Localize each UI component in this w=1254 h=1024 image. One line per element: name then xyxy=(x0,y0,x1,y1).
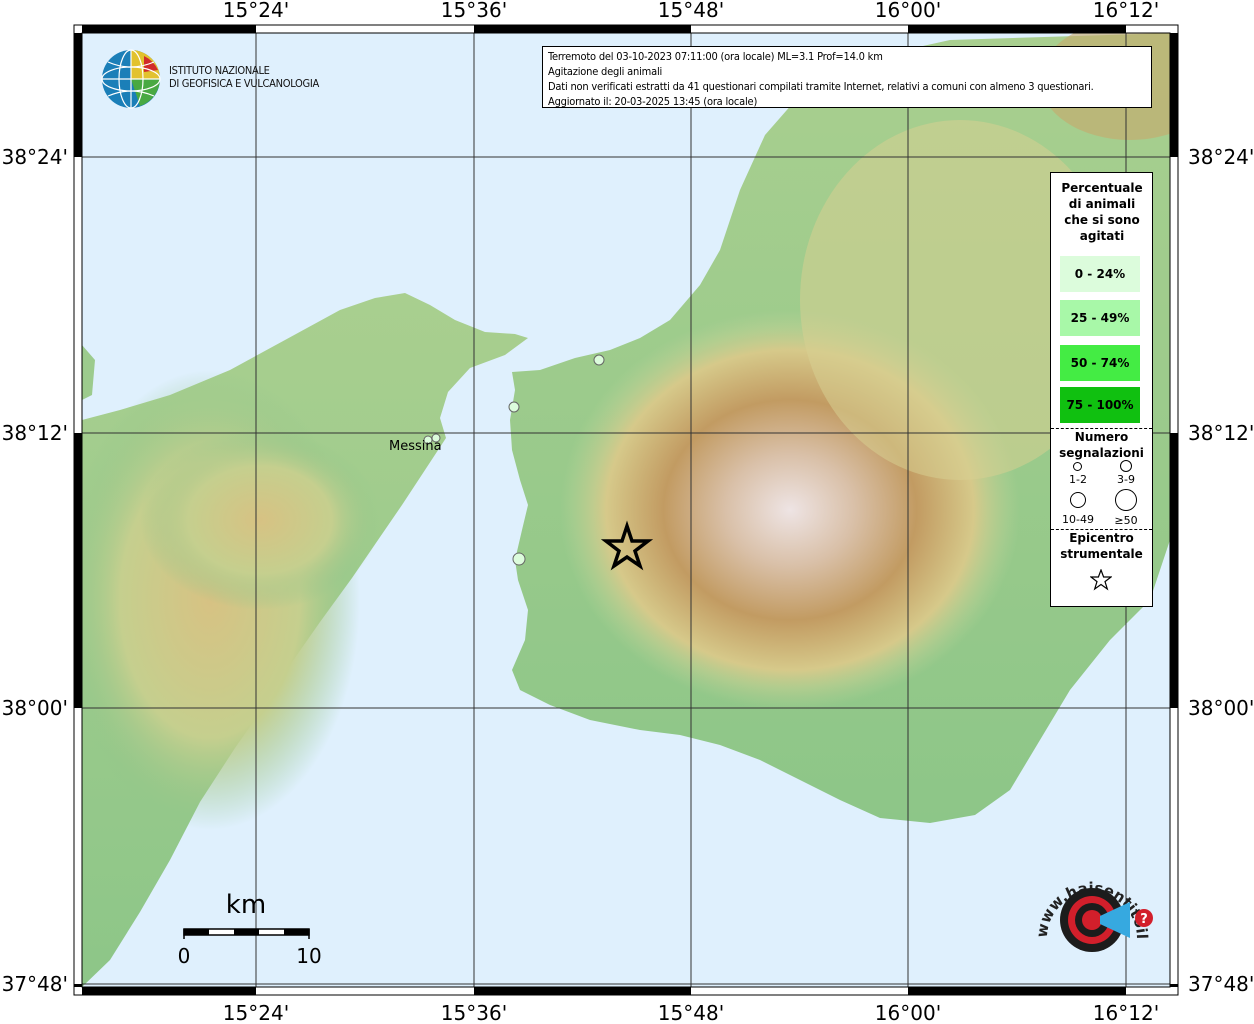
tick-label: 38°24' xyxy=(2,145,68,169)
tick-label: 16°12' xyxy=(1093,0,1159,22)
tick-label: 16°00' xyxy=(875,0,941,22)
tick-label: 15°24' xyxy=(223,0,289,22)
axis-bottom: 15°24' 15°36' 15°48' 16°00' 16°12' xyxy=(223,1001,1159,1024)
update-time: Aggiornato il: 20-03-2025 13:45 (ora loc… xyxy=(548,95,758,108)
legend-class-label: 25 - 49% xyxy=(1070,311,1130,325)
event-info-box: Terremoto del 03-10-2023 07:11:00 (ora l… xyxy=(542,46,1152,108)
tick-label: 16°12' xyxy=(1093,1001,1159,1024)
legend-title: Percentuale di animali che si sono agita… xyxy=(1061,181,1143,243)
legend-class-label: 75 - 100% xyxy=(1066,398,1134,412)
count-label: 10-49 xyxy=(1062,513,1094,526)
tick-label: 15°36' xyxy=(441,1001,507,1024)
scale-bar: km 0 10 xyxy=(178,890,322,968)
report-circle[interactable] xyxy=(512,552,526,566)
tick-label: 15°36' xyxy=(441,0,507,22)
count-circle-icon xyxy=(1115,489,1137,511)
count-label: 3-9 xyxy=(1117,473,1135,486)
legend-class-label: 50 - 74% xyxy=(1070,356,1130,370)
legend-class-1: 25 - 49% xyxy=(1060,300,1140,336)
count-label: ≥50 xyxy=(1114,514,1138,527)
tick-label: 37°48' xyxy=(2,972,68,996)
place-label-messina: Messina xyxy=(389,439,442,454)
legend-epicenter-title: Epicentro strumentale xyxy=(1060,531,1143,561)
tick-label: 16°00' xyxy=(875,1001,941,1024)
tick-label: 37°48' xyxy=(1188,972,1254,996)
tick-label: 38°24' xyxy=(1188,145,1254,169)
scale-end: 10 xyxy=(296,944,321,968)
ingv-logo-text: ISTITUTO NAZIONALE DI GEOFISICA E VULCAN… xyxy=(169,64,319,90)
scale-start: 0 xyxy=(178,944,191,968)
data-note: Dati non verificati estratti da 41 quest… xyxy=(548,80,1094,93)
map-legend: Percentuale di animali che si sono agita… xyxy=(1050,172,1153,607)
sicily-ridge xyxy=(140,430,380,610)
legend-class-0: 0 - 24% xyxy=(1060,256,1140,292)
legend-class-2: 50 - 74% xyxy=(1060,345,1140,381)
haisentito-logo[interactable]: www.haisentitoilterremoto.it ? xyxy=(1022,858,1162,983)
epicenter-star-icon xyxy=(1090,569,1112,591)
legend-count-title: Numero segnalazioni xyxy=(1059,430,1144,460)
event-title: Terremoto del 03-10-2023 07:11:00 (ora l… xyxy=(548,50,883,63)
count-circle-icon xyxy=(1120,460,1132,472)
svg-text:?: ? xyxy=(1140,912,1148,927)
tick-label: 38°00' xyxy=(2,696,68,720)
tick-label: 38°12' xyxy=(1188,421,1254,445)
report-circle[interactable] xyxy=(593,354,605,366)
count-circle-icon xyxy=(1070,492,1086,508)
tick-label: 15°48' xyxy=(658,0,724,22)
legend-class-label: 0 - 24% xyxy=(1074,267,1126,281)
axis-right: 38°24' 38°12' 38°00' 37°48' xyxy=(1188,145,1254,996)
legend-class-3: 75 - 100% xyxy=(1060,387,1140,423)
tick-label: 15°48' xyxy=(658,1001,724,1024)
tick-label: 15°24' xyxy=(223,1001,289,1024)
report-circle[interactable] xyxy=(508,401,520,413)
map-subject: Agitazione degli animali xyxy=(548,65,663,78)
tick-label: 38°00' xyxy=(1188,696,1254,720)
count-label: 1-2 xyxy=(1069,473,1087,486)
ingv-globe-icon xyxy=(101,49,161,109)
ingv-logo-line1: ISTITUTO NAZIONALE xyxy=(169,64,270,77)
tick-label: 38°12' xyxy=(2,421,68,445)
axis-top: 15°24' 15°36' 15°48' 16°00' 16°12' xyxy=(223,0,1159,22)
scale-unit: km xyxy=(226,890,266,920)
axis-left: 38°24' 38°12' 38°00' 37°48' xyxy=(2,145,68,996)
count-circle-icon xyxy=(1073,462,1082,471)
ingv-logo-line2: DI GEOFISICA E VULCANOLOGIA xyxy=(169,77,319,90)
